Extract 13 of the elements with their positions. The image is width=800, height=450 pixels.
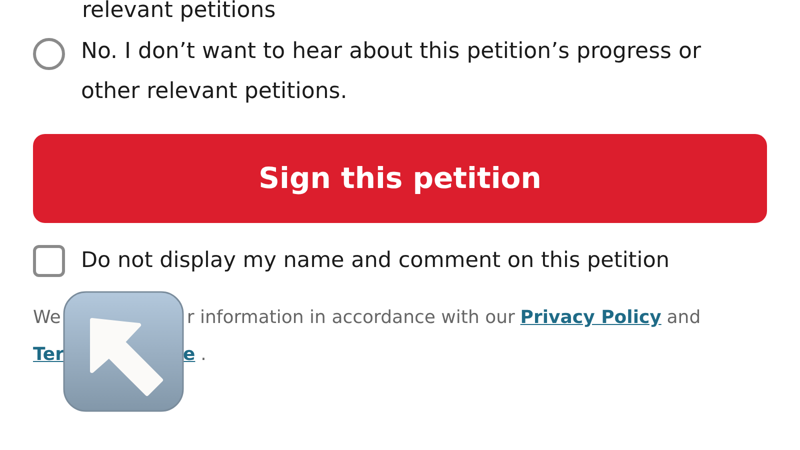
notice-text: and: [666, 306, 701, 330]
notice-text: .: [200, 343, 206, 368]
link[interactable]: Ter: [33, 341, 64, 368]
notice-text: We: [33, 306, 61, 330]
checkbox-label: Do not display my name and comment on this petition: [81, 247, 670, 275]
link[interactable]: e: [182, 341, 196, 368]
checkbox[interactable]: [33, 245, 65, 278]
option-label: relevant petitions: [82, 0, 276, 25]
link[interactable]: Privacy Policy: [520, 304, 662, 332]
radio-button[interactable]: [33, 38, 65, 70]
option-label: No. I don’t want to hear about this petition’s progress or other relevant petitions.: [81, 38, 702, 106]
notice-text: r information in accordance with our: [186, 306, 515, 330]
sign-button[interactable]: Sign this petition: [33, 134, 767, 223]
